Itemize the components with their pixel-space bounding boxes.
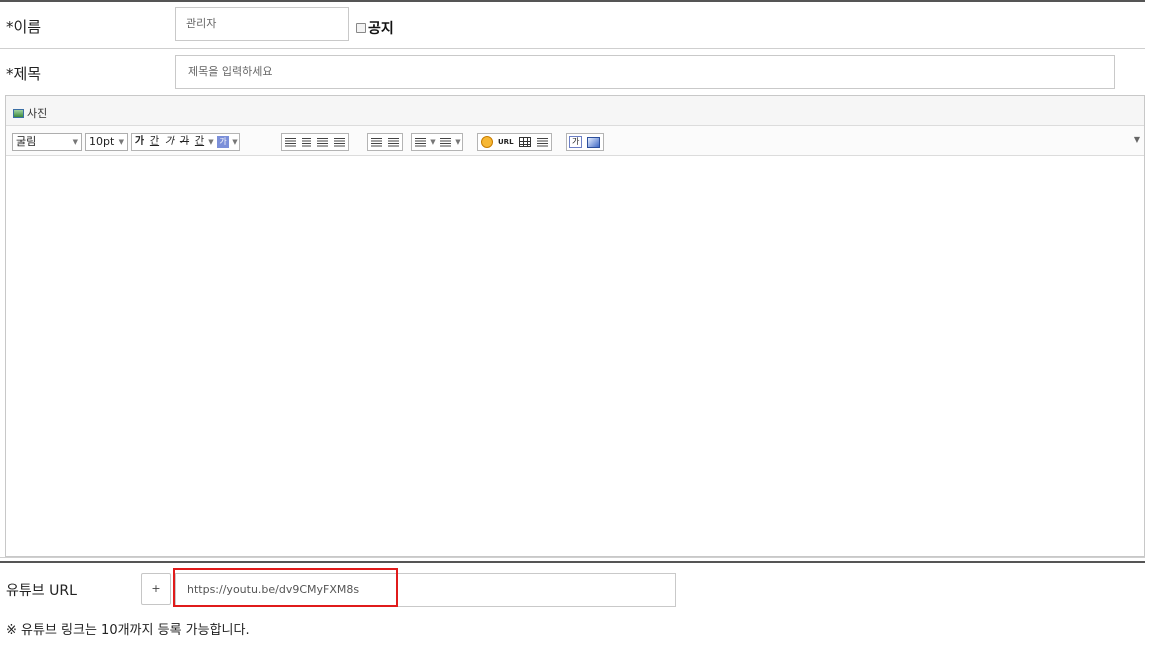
editor-toolbar: 굴림 ▼ 10pt ▼ 가 간 가 가 간 ▼ 가 ▼ ▼ ▼ URL 가 ▼ xyxy=(6,126,1144,156)
emoticon-icon[interactable] xyxy=(481,136,493,148)
youtube-url-input[interactable]: https://youtu.be/dv9CMyFXM8s xyxy=(175,573,676,607)
chevron-down-icon: ▼ xyxy=(118,138,124,146)
mode-group: 가 xyxy=(566,133,605,151)
chevron-down-icon[interactable]: ▼ xyxy=(231,134,239,150)
html-mode-button[interactable]: 가 xyxy=(569,136,583,148)
outdent-icon[interactable] xyxy=(388,137,399,147)
table-icon[interactable] xyxy=(518,137,531,147)
bold-button[interactable]: 가 xyxy=(132,134,147,150)
rich-text-editor: 사진 굴림 ▼ 10pt ▼ 가 간 가 가 간 ▼ 가 ▼ ▼ ▼ URL 가… xyxy=(5,95,1145,557)
insert-group: URL xyxy=(477,133,552,151)
notice-label: 공지 xyxy=(368,21,394,37)
underline-button[interactable]: 간 xyxy=(147,134,162,150)
name-row: *이름 관리자 공지 xyxy=(0,2,1145,49)
notice-checkbox[interactable]: 공지 xyxy=(356,18,394,38)
photo-button-label: 사진 xyxy=(27,107,48,120)
name-input[interactable]: 관리자 xyxy=(175,7,349,41)
list-icon[interactable] xyxy=(440,137,451,147)
align-group xyxy=(281,133,349,151)
title-label: *제목 xyxy=(6,65,42,83)
chevron-down-icon[interactable]: ▼ xyxy=(429,134,437,150)
photo-button[interactable]: 사진 xyxy=(13,105,47,121)
align-center-icon[interactable] xyxy=(302,137,311,147)
chevron-down-icon[interactable]: ▼ xyxy=(454,134,462,150)
checkbox-icon[interactable] xyxy=(356,23,366,33)
strikethrough-button[interactable]: 가 xyxy=(177,134,192,150)
url-button[interactable]: URL xyxy=(496,134,516,150)
bottom-rule xyxy=(0,561,1145,563)
editor-content-area[interactable] xyxy=(6,156,1144,552)
chevron-down-icon[interactable]: ▼ xyxy=(207,134,215,150)
align-justify-icon[interactable] xyxy=(334,137,345,147)
font-size-select[interactable]: 10pt ▼ xyxy=(85,133,128,151)
horizontal-rule-icon[interactable] xyxy=(536,137,548,147)
toolbar-expand-icon[interactable]: ▼ xyxy=(1134,135,1140,144)
align-left-icon[interactable] xyxy=(285,137,296,147)
font-family-select[interactable]: 굴림 ▼ xyxy=(12,133,82,151)
preview-icon[interactable] xyxy=(587,136,601,148)
font-family-value: 굴림 xyxy=(16,135,37,148)
editor-bottom-border xyxy=(0,557,1145,558)
spacing-list-group: ▼ ▼ xyxy=(411,133,463,151)
title-input[interactable]: 제목을 입력하세요 xyxy=(175,55,1115,89)
indent-group xyxy=(367,133,403,151)
add-youtube-url-button[interactable]: + xyxy=(141,573,171,605)
name-label: *이름 xyxy=(6,18,42,36)
font-color-button[interactable]: 간 xyxy=(192,134,207,150)
youtube-url-label: 유튜브 URL xyxy=(6,583,77,599)
align-right-icon[interactable] xyxy=(317,137,328,147)
line-height-icon[interactable] xyxy=(415,137,426,147)
youtube-note: ※ 유튜브 링크는 10개까지 등록 가능합니다. xyxy=(6,623,250,638)
italic-button[interactable]: 가 xyxy=(162,134,177,150)
font-size-value: 10pt xyxy=(89,135,115,148)
indent-icon[interactable] xyxy=(371,137,382,147)
image-icon xyxy=(13,108,24,118)
chevron-down-icon: ▼ xyxy=(72,138,78,146)
highlight-color-button[interactable]: 가 xyxy=(217,136,229,148)
title-row: *제목 제목을 입력하세요 xyxy=(0,49,1145,93)
attach-bar: 사진 xyxy=(6,96,1144,126)
text-style-group: 가 간 가 가 간 ▼ 가 ▼ xyxy=(131,133,240,151)
